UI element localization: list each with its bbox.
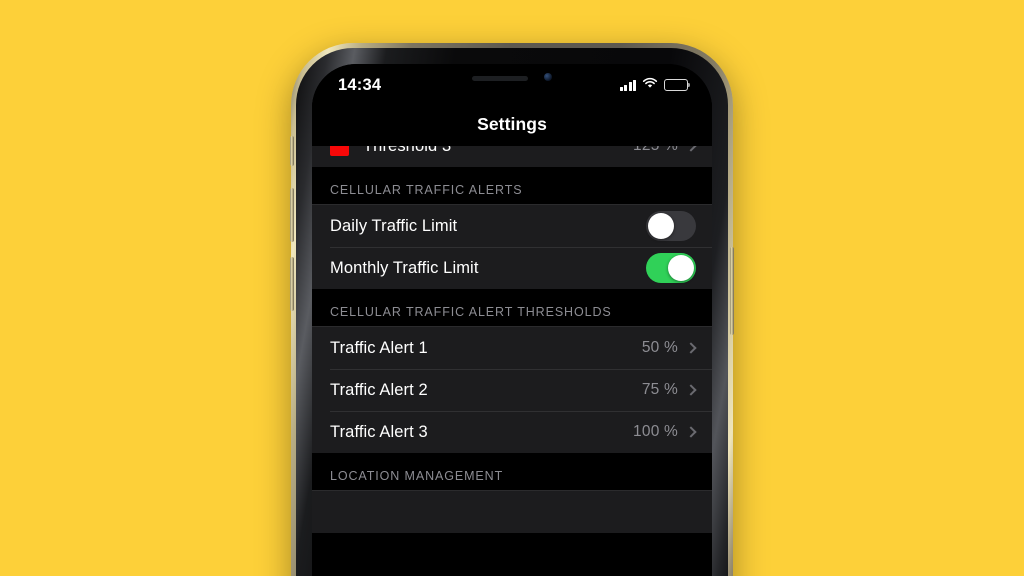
list-item-value: 125 % xyxy=(633,146,678,155)
status-bar: 14:34 xyxy=(312,64,712,102)
cellular-signal-icon xyxy=(619,79,636,91)
power-button[interactable] xyxy=(730,247,734,335)
section-header-cellular-traffic-alerts: CELLULAR TRAFFIC ALERTS xyxy=(312,167,712,204)
list-item-label: Traffic Alert 2 xyxy=(330,380,428,399)
chevron-right-icon xyxy=(685,426,697,438)
list-item-value: 100 % xyxy=(633,423,678,440)
toggle-knob xyxy=(648,213,674,239)
volume-up-button[interactable] xyxy=(290,188,294,242)
list-item-label: Monthly Traffic Limit xyxy=(330,258,479,277)
list-item-traffic-alert-1[interactable]: Traffic Alert 1 50 % xyxy=(312,327,712,369)
phone-screen: 14:34 Settings CELLULAR TRAFFIC ALERTS D… xyxy=(312,64,712,576)
list-item-daily-traffic-limit[interactable]: Daily Traffic Limit xyxy=(312,205,712,247)
location-management-group xyxy=(312,490,712,533)
list-item-label: Daily Traffic Limit xyxy=(330,216,458,235)
toggle-knob xyxy=(668,255,694,281)
status-bar-icons xyxy=(619,72,691,94)
settings-list[interactable]: Threshold 3 125 % CELLULAR TRAFFIC ALERT… xyxy=(312,146,712,576)
list-item-label: Traffic Alert 3 xyxy=(330,422,428,441)
list-item-threshold-3[interactable]: Threshold 3 125 % xyxy=(312,146,712,167)
navigation-bar: Settings xyxy=(312,102,712,146)
cellular-traffic-alerts-group: Daily Traffic Limit Monthly Traffic Limi… xyxy=(312,204,712,289)
list-item-traffic-alert-2[interactable]: Traffic Alert 2 75 % xyxy=(312,369,712,411)
device-notch xyxy=(429,64,595,86)
threshold-group: Threshold 3 125 % xyxy=(312,146,712,167)
status-bar-clock: 14:34 xyxy=(338,75,382,94)
mute-switch-button[interactable] xyxy=(290,136,294,166)
front-camera-icon xyxy=(544,73,552,81)
chevron-right-icon xyxy=(685,146,697,152)
volume-down-button[interactable] xyxy=(290,257,294,311)
list-item-value: 75 % xyxy=(641,381,678,398)
toggle-monthly-traffic-limit[interactable] xyxy=(646,253,696,283)
color-swatch-icon xyxy=(330,146,349,156)
phone-bezel: 14:34 Settings CELLULAR TRAFFIC ALERTS D… xyxy=(296,48,728,576)
list-item-monthly-traffic-limit[interactable]: Monthly Traffic Limit xyxy=(312,247,712,289)
section-header-cellular-traffic-alert-thresholds: CELLULAR TRAFFIC ALERT THRESHOLDS xyxy=(312,289,712,326)
phone-device-frame: 14:34 Settings CELLULAR TRAFFIC ALERTS D… xyxy=(290,43,734,576)
battery-icon xyxy=(664,79,691,91)
page-title: Settings xyxy=(477,113,547,134)
list-item[interactable] xyxy=(312,491,712,533)
chevron-right-icon xyxy=(685,384,697,396)
list-item-label: Traffic Alert 1 xyxy=(330,338,428,357)
section-header-location-management: LOCATION MANAGEMENT xyxy=(312,453,712,490)
list-item-label: Threshold 3 xyxy=(363,146,633,156)
chevron-right-icon xyxy=(685,342,697,354)
list-item-value: 50 % xyxy=(641,339,678,356)
settings-app-screen: 14:34 Settings CELLULAR TRAFFIC ALERTS D… xyxy=(312,64,712,576)
earpiece-speaker-icon xyxy=(472,76,528,81)
traffic-alert-thresholds-group: Traffic Alert 1 50 % Traffic Alert 2 75 … xyxy=(312,326,712,453)
toggle-daily-traffic-limit[interactable] xyxy=(646,211,696,241)
wifi-icon xyxy=(642,76,658,94)
list-item-traffic-alert-3[interactable]: Traffic Alert 3 100 % xyxy=(312,411,712,453)
